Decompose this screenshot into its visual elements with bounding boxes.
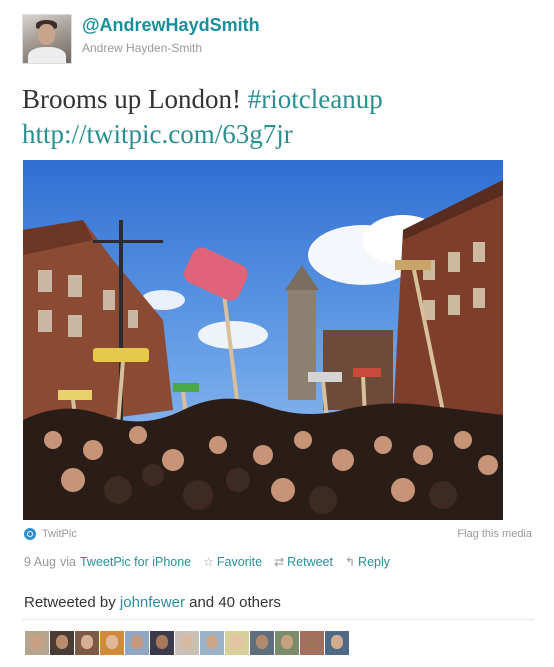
retweeter-avatars (25, 631, 350, 655)
via-prefix: via (59, 555, 76, 569)
tweet-body-text: Brooms up London! (22, 84, 248, 114)
tweet-date[interactable]: 9 Aug (24, 555, 56, 569)
retweeted-by: Retweeted by johnfewer and 40 others (24, 594, 281, 611)
twitpic-icon (24, 528, 36, 540)
retweeter-avatar[interactable] (25, 631, 49, 655)
media-service: TwitPic (24, 527, 77, 541)
divider (22, 619, 534, 620)
photo-broom-crowd (23, 160, 503, 520)
retweeter-avatar[interactable] (175, 631, 199, 655)
twitpic-link[interactable]: http://twitpic.com/63g7jr (22, 119, 293, 149)
reply-arrow-icon: ↰ (344, 555, 356, 569)
favorite-label: Favorite (216, 555, 263, 569)
favorite-button[interactable]: ☆ Favorite (203, 555, 262, 569)
retweeter-avatar[interactable] (225, 631, 249, 655)
retweeter-avatar[interactable] (275, 631, 299, 655)
author-avatar[interactable] (22, 14, 72, 64)
media-service-label[interactable]: TwitPic (42, 528, 77, 540)
retweet-icon: ⇄ (274, 555, 285, 569)
retweeter-avatar[interactable] (150, 631, 174, 655)
retweet-button[interactable]: ⇄ Retweet (274, 555, 333, 569)
reply-button[interactable]: ↰ Reply (345, 555, 390, 569)
retweeter-avatar[interactable] (75, 631, 99, 655)
star-icon: ☆ (203, 555, 214, 569)
tweet-text: Brooms up London! #riotcleanup http://tw… (22, 82, 542, 152)
retweeter-avatar[interactable] (125, 631, 149, 655)
retweeted-by-suffix[interactable]: and 40 others (189, 594, 281, 611)
flag-media-link[interactable]: Flag this media (457, 528, 532, 540)
retweeter-avatar[interactable] (200, 631, 224, 655)
retweeter-avatar[interactable] (250, 631, 274, 655)
tweet-photo[interactable] (23, 160, 503, 520)
author-real-name: Andrew Hayden-Smith (82, 41, 203, 55)
via-app-link[interactable]: TweetPic for iPhone (80, 555, 191, 569)
retweeter-link[interactable]: johnfewer (120, 594, 185, 611)
author-handle[interactable]: @AndrewHaydSmith (82, 15, 260, 36)
retweeter-avatar[interactable] (300, 631, 324, 655)
tweet-meta: 9 Aug via TweetPic for iPhone ☆ Favorite… (24, 555, 390, 569)
retweeter-avatar[interactable] (50, 631, 74, 655)
retweeter-avatar[interactable] (325, 631, 349, 655)
retweet-label: Retweet (287, 555, 333, 569)
hashtag-link[interactable]: #riotcleanup (248, 84, 383, 114)
reply-label: Reply (358, 555, 391, 569)
retweeted-by-prefix: Retweeted by (24, 594, 116, 611)
retweeter-avatar[interactable] (100, 631, 124, 655)
